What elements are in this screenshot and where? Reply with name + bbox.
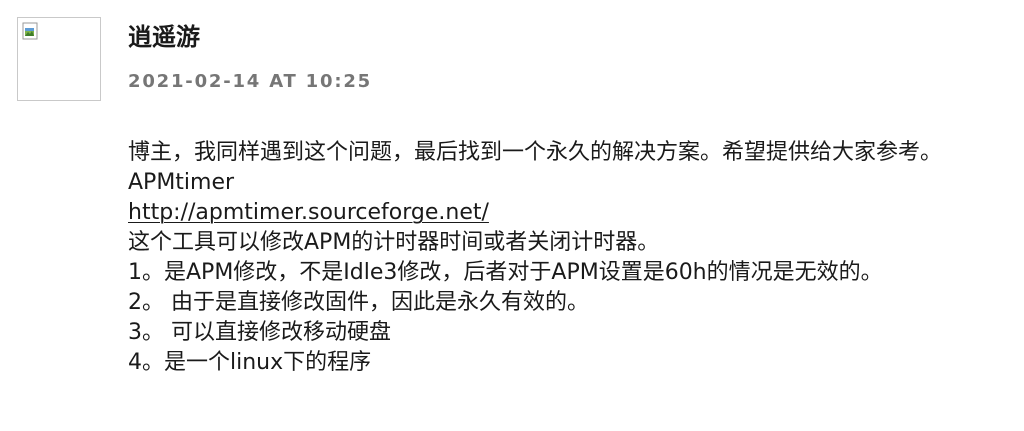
comment-text-line: 博主，我同样遇到这个问题，最后找到一个永久的解决方案。希望提供给大家参考。 [128,140,943,165]
avatar[interactable] [17,17,101,101]
comment-text-line: APMtimer [128,170,235,195]
comment-text-line: 4。是一个linux下的程序 [128,350,372,375]
apmtimer-link[interactable]: http://apmtimer.sourceforge.net/ [128,198,489,228]
broken-image-icon [22,22,38,40]
comment-date[interactable]: 2021-02-14 AT 10:25 [128,69,372,95]
comment-text-line: 3。 可以直接修改移动硬盘 [128,320,391,345]
comment-text-line: 1。是APM修改，不是Idle3修改，后者对于APM设置是60h的情况是无效的。 [128,260,883,285]
comment-text-line: 2。 由于是直接修改固件，因此是永久有效的。 [128,290,589,315]
comment-author[interactable]: 逍遥游 [128,20,200,54]
comment-text-line: 这个工具可以修改APM的计时器时间或者关闭计时器。 [128,230,660,255]
comment-body: 博主，我同样遇到这个问题，最后找到一个永久的解决方案。希望提供给大家参考。 AP… [128,138,1018,378]
comment: 逍遥游 2021-02-14 AT 10:25 博主，我同样遇到这个问题，最后找… [0,0,1024,431]
